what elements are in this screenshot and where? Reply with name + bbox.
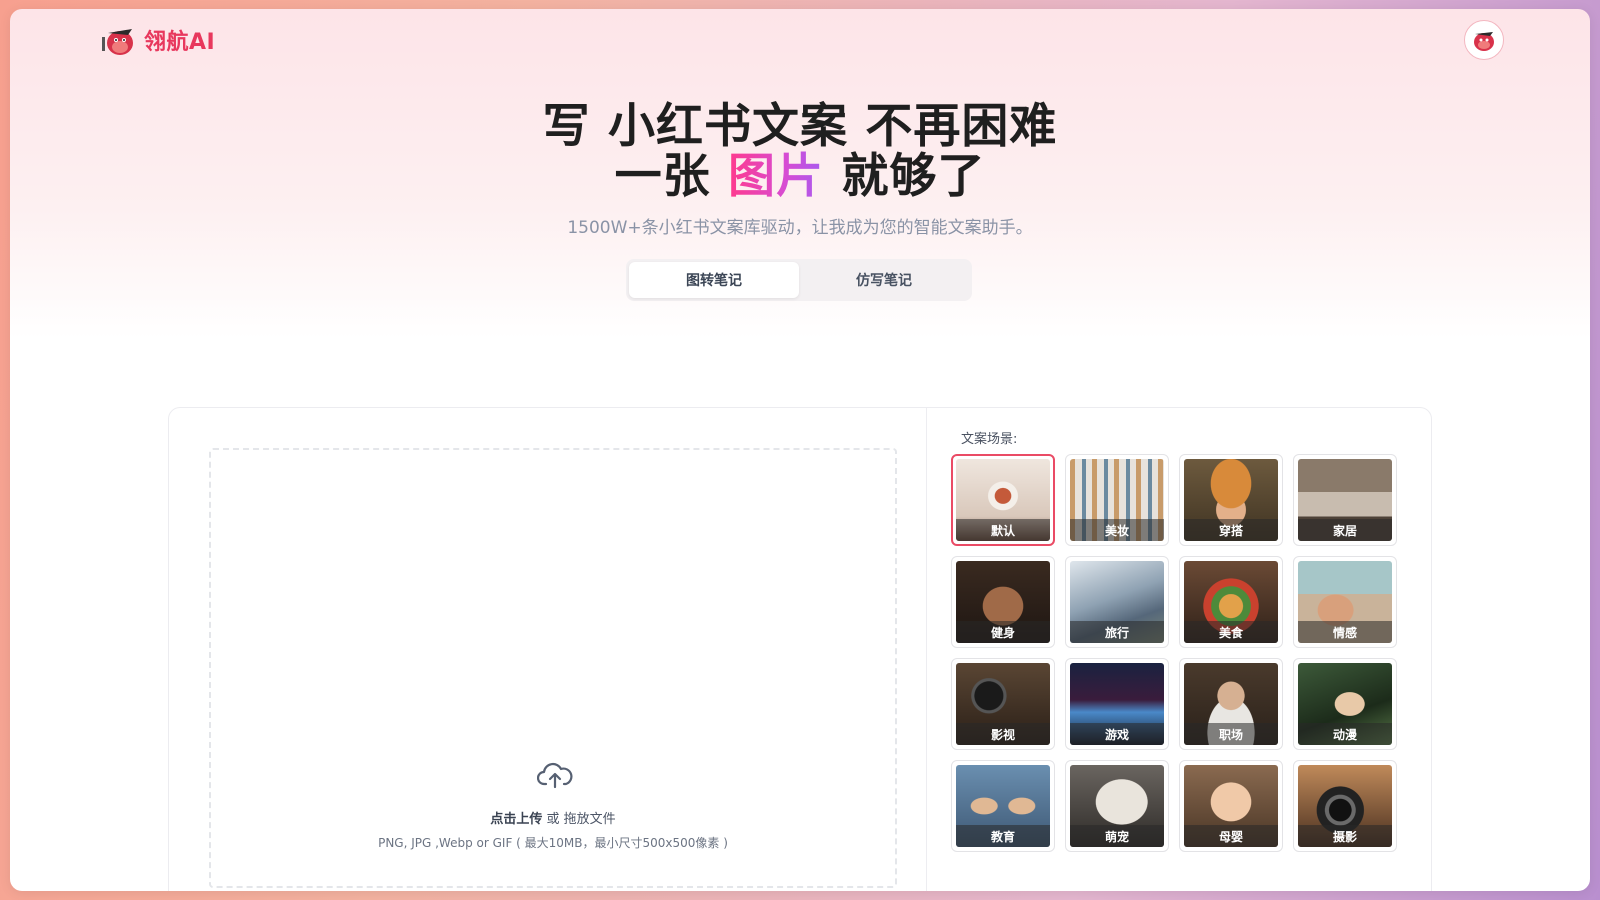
scene-label-text: 动漫 [1298, 723, 1392, 745]
upload-dropzone[interactable]: 点击上传 或 拖放文件 PNG, JPG ,Webp or GIF ( 最大10… [209, 448, 897, 888]
cat-thumbnail: 萌宠 [1070, 765, 1164, 847]
scene-card-beauty[interactable]: 美妆 [1065, 454, 1169, 546]
scene-label-text: 家居 [1298, 519, 1392, 541]
scene-card-baby[interactable]: 母婴 [1179, 760, 1283, 852]
upload-hint: PNG, JPG ,Webp or GIF ( 最大10MB，最小尺寸500x5… [378, 836, 728, 850]
scene-card-outfit[interactable]: 穿搭 [1179, 454, 1283, 546]
tab-imitate-note[interactable]: 仿写笔记 [799, 262, 969, 298]
scene-grid: 默认 美妆 穿搭 家居 健身 旅行 美食 情感 影视 游戏 职场 动漫 教育 萌… [951, 454, 1397, 852]
scene-label-text: 情感 [1298, 621, 1392, 643]
scene-card-pet[interactable]: 萌宠 [1065, 760, 1169, 852]
mountains-thumbnail: 旅行 [1070, 561, 1164, 643]
upload-click-text[interactable]: 点击上传 [490, 812, 542, 827]
scene-label-text: 游戏 [1070, 723, 1164, 745]
scene-label-text: 教育 [956, 825, 1050, 847]
cloud-upload-icon [537, 762, 573, 789]
scene-card-travel[interactable]: 旅行 [1065, 556, 1169, 648]
woman-hat-thumbnail: 穿搭 [1184, 459, 1278, 541]
food-thumbnail: 美食 [1184, 561, 1278, 643]
coffee-thumbnail: 默认 [956, 459, 1050, 541]
scene-card-anime[interactable]: 动漫 [1293, 658, 1397, 750]
mascot-icon [102, 29, 133, 55]
couple-thumbnail: 情感 [1298, 561, 1392, 643]
hero-title-line2: 一张 图片 就够了 [10, 137, 1590, 206]
scene-card-food[interactable]: 美食 [1179, 556, 1283, 648]
upload-pane: 点击上传 或 拖放文件 PNG, JPG ,Webp or GIF ( 最大10… [169, 408, 927, 891]
scene-label-text: 影视 [956, 723, 1050, 745]
scene-card-film[interactable]: 影视 [951, 658, 1055, 750]
upload-instruction: 点击上传 或 拖放文件 [211, 808, 895, 827]
film-camera-thumbnail: 影视 [956, 663, 1050, 745]
camera-thumbnail: 摄影 [1298, 765, 1392, 847]
scene-card-workplace[interactable]: 职场 [1179, 658, 1283, 750]
avatar-mascot-icon [1474, 32, 1494, 51]
scene-label-text: 萌宠 [1070, 825, 1164, 847]
scene-label-text: 健身 [956, 621, 1050, 643]
scene-card-photography[interactable]: 摄影 [1293, 760, 1397, 852]
scene-card-game[interactable]: 游戏 [1065, 658, 1169, 750]
office-man-thumbnail: 职场 [1184, 663, 1278, 745]
app-window: 翎航AI 写 小红书文案 不再困难 一张 图片 就够了 1500W+条小红书文案… [10, 9, 1590, 891]
scene-card-education[interactable]: 教育 [951, 760, 1055, 852]
scene-card-emotion[interactable]: 情感 [1293, 556, 1397, 648]
mode-tabs: 图转笔记 仿写笔记 [626, 259, 972, 301]
scene-label-text: 美妆 [1070, 519, 1164, 541]
scene-card-home[interactable]: 家居 [1293, 454, 1397, 546]
scene-card-default[interactable]: 默认 [951, 454, 1055, 546]
hero-highlight: 图片 [728, 149, 824, 204]
scene-label-text: 美食 [1184, 621, 1278, 643]
scene-label-text: 职场 [1184, 723, 1278, 745]
makeup-brushes-thumbnail: 美妆 [1070, 459, 1164, 541]
scene-label: 文案场景: [961, 432, 1018, 447]
brand-logo[interactable]: 翎航AI [98, 23, 215, 57]
scene-label-text: 母婴 [1184, 825, 1278, 847]
user-avatar[interactable] [1464, 20, 1504, 60]
brand-name: 翎航AI [144, 30, 216, 55]
hero-line2-suffix: 就够了 [824, 149, 986, 204]
hero-line2-prefix: 一张 [614, 149, 728, 204]
classroom-thumbnail: 教育 [956, 765, 1050, 847]
tab-image-to-note[interactable]: 图转笔记 [629, 262, 799, 298]
hero-subtitle: 1500W+条小红书文案库驱动，让我成为您的智能文案助手。 [567, 218, 1033, 238]
scene-label-text: 默认 [956, 519, 1050, 541]
scene-label-text: 旅行 [1070, 621, 1164, 643]
gaming-thumbnail: 游戏 [1070, 663, 1164, 745]
interior-thumbnail: 家居 [1298, 459, 1392, 541]
anime-thumbnail: 动漫 [1298, 663, 1392, 745]
scene-label-text: 摄影 [1298, 825, 1392, 847]
scene-card-fitness[interactable]: 健身 [951, 556, 1055, 648]
scene-label-text: 穿搭 [1184, 519, 1278, 541]
upload-drag-text: 或 拖放文件 [542, 812, 616, 827]
baby-thumbnail: 母婴 [1184, 765, 1278, 847]
fitness-thumbnail: 健身 [956, 561, 1050, 643]
main-panel: 点击上传 或 拖放文件 PNG, JPG ,Webp or GIF ( 最大10… [168, 407, 1432, 891]
